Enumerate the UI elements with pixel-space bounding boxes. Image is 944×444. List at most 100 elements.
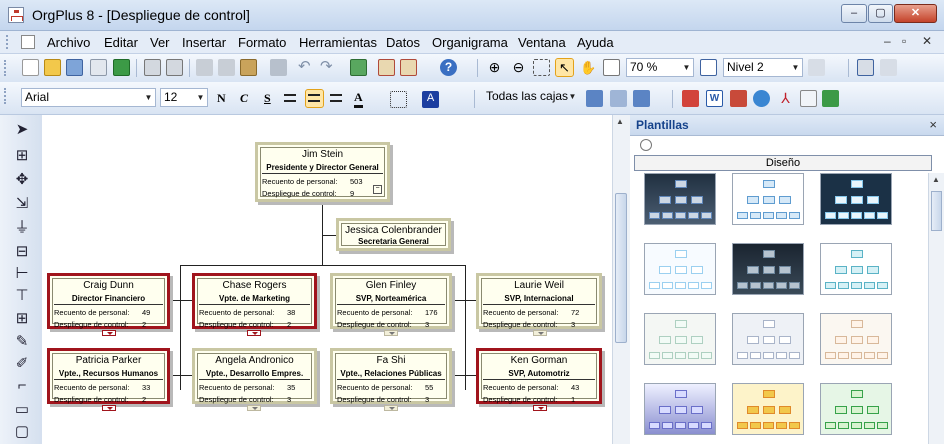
minimize-button[interactable]: – [841,4,867,23]
org-box-jessica[interactable]: Jessica Colenbrander Secretaria General [336,218,451,251]
expand-toggle-icon[interactable] [533,405,547,411]
canvas-scrollbar[interactable]: ▲ [612,115,630,444]
template-thumbnail[interactable] [732,173,804,225]
menu-ventana[interactable]: Ventana [518,35,566,50]
menu-datos[interactable]: Datos [386,35,420,50]
org-box-angela[interactable]: Angela Andronico Vpte., Desarrollo Empre… [192,348,317,404]
org-branch-icon[interactable] [633,90,650,107]
add-subordinate-icon[interactable]: ⏚ [13,219,31,237]
zoom-area-icon[interactable] [533,59,550,76]
template-thumbnail[interactable] [644,313,716,365]
font-color-button[interactable]: A [354,90,363,108]
scroll-thumb[interactable] [615,193,627,343]
menu-ayuda[interactable]: Ayuda [577,35,614,50]
scroll-thumb[interactable] [931,191,942,231]
org-tree-icon[interactable]: ⊞ [13,147,31,165]
org-box-jim[interactable]: Jim Stein Presidente y Director General … [255,142,390,202]
close-button[interactable]: ✕ [894,4,937,23]
mdi-restore-icon[interactable]: ▫ [902,34,906,48]
move-icon[interactable]: ✥ [13,171,31,189]
expand-toggle-icon[interactable] [533,330,547,336]
expand-toggle-icon[interactable] [102,405,116,411]
font-select[interactable]: Arial ▼ [21,88,156,107]
copy-icon[interactable] [218,59,235,76]
expand-toggle-icon[interactable] [102,330,116,336]
move-branch-icon[interactable]: ⇲ [13,195,31,213]
org-box-fa[interactable]: Fa Shi Vpte., Relaciones Públicas Recuen… [330,348,452,404]
format-painter-icon[interactable] [270,59,287,76]
org-box-chase[interactable]: Chase Rogers Vpte. de Marketing Recuento… [192,273,317,329]
print-icon[interactable] [144,59,161,76]
zoom-out-icon[interactable]: ⊖ [510,59,527,76]
org-box-glen[interactable]: Glen Finley SVP, Norteamérica Recuento d… [330,273,452,329]
template-thumbnail[interactable] [820,243,892,295]
expand-toggle-icon[interactable] [384,405,398,411]
excel-icon[interactable] [113,59,130,76]
web-icon[interactable] [753,90,770,107]
collapse-icon[interactable] [808,59,825,76]
rectangle-icon[interactable]: ▭ [13,401,31,419]
org-box-laurie[interactable]: Laurie Weil SVP, Internacional Recuento … [476,273,602,329]
expand-toggle-icon[interactable] [247,330,261,336]
export-image-icon[interactable] [682,90,699,107]
pdf-icon[interactable]: ⅄ [777,90,794,107]
underline-button[interactable]: S [264,91,271,106]
template-search-icon[interactable] [640,139,652,151]
add-subordinates-icon[interactable] [400,59,417,76]
zoom-select[interactable]: 70 % ▼ [626,58,694,77]
pen-icon[interactable]: ✎ [13,333,31,351]
scroll-up-icon[interactable]: ▲ [932,175,940,184]
org-box-craig[interactable]: Craig Dunn Director Financiero Recuento … [47,273,170,329]
save-icon[interactable] [66,59,83,76]
menu-organigrama[interactable]: Organigrama [432,35,508,50]
open-icon[interactable] [44,59,61,76]
select-pointer-icon[interactable]: ↖ [555,58,574,77]
menu-herramientas[interactable]: Herramientas [299,35,377,50]
add-manager-icon[interactable]: ⊤ [13,287,31,305]
border-icon[interactable] [390,91,407,108]
template-thumbnail[interactable] [732,243,804,295]
add-coworker-icon[interactable]: ⊟ [13,243,31,261]
org-layout-icon[interactable] [586,90,603,107]
template-scrollbar[interactable]: ▲ [928,173,944,444]
redo-icon[interactable]: ↷ [320,59,337,76]
document-icon[interactable] [21,35,35,49]
template-thumbnail[interactable] [820,313,892,365]
level-select[interactable]: Nivel 2 ▼ [723,58,803,77]
new-icon[interactable] [22,59,39,76]
excel-export-icon[interactable] [822,90,839,107]
template-thumbnail[interactable] [732,383,804,435]
template-thumbnail[interactable] [732,313,804,365]
add-assistant-icon[interactable]: ⊢ [13,265,31,283]
align-left-icon[interactable] [284,91,301,108]
page-view-icon[interactable] [603,59,620,76]
template-thumbnail[interactable] [820,383,892,435]
align-center-icon[interactable] [305,89,324,108]
menu-formato[interactable]: Formato [238,35,286,50]
pan-hand-icon[interactable]: ✋ [580,59,597,76]
scroll-up-icon[interactable]: ▲ [616,117,624,126]
word-icon[interactable]: W [706,90,723,107]
mdi-minimize-icon[interactable]: – [884,34,891,48]
mdi-close-icon[interactable]: ✕ [922,34,932,48]
print-setup-icon[interactable] [166,59,183,76]
level-view-icon[interactable] [700,59,717,76]
bold-button[interactable]: N [217,91,226,106]
panel-close-button[interactable]: × [929,117,937,132]
template-thumbnail[interactable] [644,173,716,225]
add-branch-icon[interactable]: ⊞ [13,310,31,328]
expand-toggle-icon[interactable] [247,405,261,411]
rounded-rectangle-icon[interactable]: ▢ [13,423,31,441]
org-box-patricia[interactable]: Patricia Parker Vpte., Recursos Humanos … [47,348,170,404]
text-layout-icon[interactable] [880,59,897,76]
print-preview-icon[interactable] [90,59,107,76]
size-select[interactable]: 12 ▼ [160,88,208,107]
menu-ver[interactable]: Ver [150,35,170,50]
org-box-ken[interactable]: Ken Gorman SVP, Automotriz Recuento de p… [476,348,602,404]
layout-icon[interactable] [857,59,874,76]
pointer-icon[interactable]: ➤ [13,121,31,139]
help-icon[interactable]: ? [440,59,457,76]
template-thumbnail[interactable] [644,383,716,435]
undo-icon[interactable]: ↶ [298,59,315,76]
italic-button[interactable]: C [240,91,248,106]
